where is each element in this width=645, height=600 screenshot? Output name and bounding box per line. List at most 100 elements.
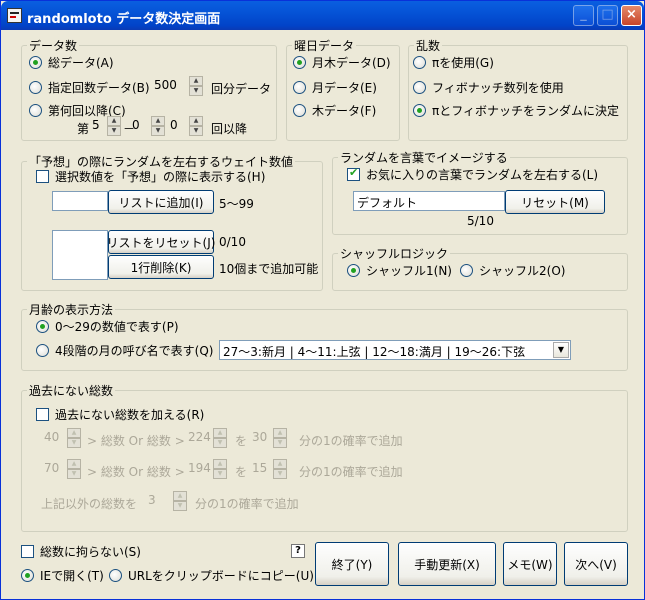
reset-list-button[interactable]: リストをリセット(J) [107,230,215,254]
radio-moon-name[interactable]: 4段階の月の呼び名で表す(Q) [36,342,213,358]
past-label: 過去にない総数 [27,382,116,399]
past-row2-odds-spinner[interactable]: ▲ ▼ [273,459,287,479]
app-icon [7,8,22,23]
words-label: ランダムを言葉でイメージする [338,149,510,166]
past-row2-max[interactable]: 194 [185,459,213,479]
weight-list[interactable] [52,230,108,280]
past-row1-min-spinner[interactable]: ▲ ▼ [67,428,81,448]
past-row2-wo: を [235,465,248,479]
radio-indicator [413,80,426,94]
radio-montue-data[interactable]: 月木データ(D) [293,54,391,70]
past-row1-odds-spinner[interactable]: ▲ ▼ [273,428,287,448]
radio-shuffle-1[interactable]: シャッフル1(N) [347,262,452,278]
radio-indicator [21,568,34,582]
word-count: 5/10 [467,214,494,228]
radio-fibonacci[interactable]: フィボナッチ数列を使用 [413,79,564,95]
after-field-1[interactable]: 5 [89,116,107,136]
add-past-total-checkbox[interactable]: 過去にない総数を加える(R) [36,406,204,422]
past-other-spinner[interactable]: ▲ ▼ [173,491,187,511]
past-row1-max[interactable]: 224 [185,428,213,448]
radio-copy-url[interactable]: URLをクリップボードにコピー(U) [109,567,314,583]
specified-suffix: 回分データ [211,82,272,96]
radio-specified-data[interactable]: 指定回数データ(B) [29,79,150,95]
past-row2-max-spinner[interactable]: ▲ ▼ [213,459,227,479]
radio-thu-data[interactable]: 木データ(F) [293,102,376,118]
after-field-3[interactable]: 0 [167,116,189,136]
checkbox-indicator [36,169,49,183]
maximize-button[interactable]: □ [597,5,618,26]
after-spinner-2[interactable]: ▲ ▼ [151,116,165,136]
checkbox-indicator [21,544,34,558]
after-field-2[interactable]: 0 [129,116,151,136]
past-other-suffix: 分の1の確率で追加 [195,497,299,511]
next-button[interactable]: 次へ(V) [564,542,628,586]
radio-indicator [29,103,42,117]
help-icon[interactable]: ? [291,544,305,558]
manual-update-button[interactable]: 手動更新(X) [398,542,496,586]
past-row1-odds[interactable]: 30 [249,428,273,448]
radio-indicator [29,55,42,69]
no-total-checkbox[interactable]: 総数に拘らない(S) [21,543,141,559]
after-spinner-1[interactable]: ▲ ▼ [107,116,121,136]
radio-indicator [109,568,122,582]
past-row1-mid: > 総数 Or 総数 > [87,434,185,448]
past-row2-odds[interactable]: 15 [249,459,273,479]
main-window: randomloto データ数決定画面 _ □ × データ数 総データ(A) 指… [0,0,645,600]
weight-max-note: 10個まで追加可能 [219,262,319,276]
specified-count-field[interactable]: 500 [151,76,189,96]
past-row2-min-spinner[interactable]: ▲ ▼ [67,459,81,479]
radio-indicator [413,55,426,69]
past-row1-max-spinner[interactable]: ▲ ▼ [213,428,227,448]
radio-indicator [293,80,306,94]
moon-label: 月齢の表示方法 [27,301,116,318]
weekday-label: 曜日データ [292,37,357,54]
radio-open-ie[interactable]: IEで開く(T) [21,567,104,583]
close-button[interactable]: × [621,5,642,26]
end-button[interactable]: 終了(Y) [315,542,389,586]
after-prefix: 第 [77,122,90,136]
past-row2-mid: > 総数 Or 総数 > [87,465,185,479]
checkbox-indicator [347,166,360,181]
past-row2-min[interactable]: 70 [41,459,67,479]
memo-button[interactable]: メモ(W) [503,542,557,586]
weight-input[interactable] [52,191,108,211]
past-row1-wo: を [235,434,248,448]
radio-shuffle-2[interactable]: シャッフル2(O) [460,262,565,278]
moon-name-select[interactable]: 27～3:新月 | 4～11:上弦 | 12～18:満月 | 19～26:下弦 ▼ [219,340,571,360]
after-suffix: 回以降 [211,122,248,136]
past-row1-min[interactable]: 40 [41,428,67,448]
past-other-prefix: 上記以外の総数を [41,497,138,511]
add-to-list-button[interactable]: リストに追加(I) [108,190,214,214]
checkbox-indicator [36,407,49,421]
weight-count: 0/10 [219,235,246,249]
radio-indicator [460,263,473,277]
shuffle-label: シャッフルロジック [338,245,451,262]
word-input[interactable]: デフォルト [353,191,505,211]
after-spinner-3[interactable]: ▲ ▼ [189,116,203,136]
radio-indicator [347,263,360,277]
specified-count-spinner[interactable]: ▲ ▼ [189,76,203,96]
title-bar: randomloto データ数決定画面 _ □ × [1,1,644,30]
radio-indicator [293,55,306,69]
word-reset-button[interactable]: リセット(M) [505,190,605,214]
radio-all-data[interactable]: 総データ(A) [29,54,114,70]
chevron-down-icon[interactable]: ▼ [553,342,569,358]
radio-indicator [36,343,49,357]
show-weight-checkbox[interactable]: 選択数値を「予想」の際に表示する(H) [36,168,265,184]
radio-indicator [293,103,306,117]
weight-range-note: 5～99 [219,197,254,211]
past-row1-suffix: 分の1の確率で追加 [299,434,403,448]
past-row2-suffix: 分の1の確率で追加 [299,465,403,479]
delete-row-button[interactable]: 1行削除(K) [108,255,214,279]
radio-indicator [36,319,49,333]
radio-mon-data[interactable]: 月データ(E) [293,79,377,95]
data-count-label: データ数 [27,37,80,54]
radio-pi[interactable]: πを使用(G) [413,54,494,70]
window-title: randomloto データ数決定画面 [27,12,221,27]
radio-moon-number[interactable]: 0～29の数値で表す(P) [36,318,179,334]
radio-pi-fibonacci-random[interactable]: πとフィボナッチをランダムに決定 [413,102,619,118]
favorite-words-checkbox[interactable]: お気に入りの言葉でランダムを左右する(L) [347,166,598,182]
minimize-button[interactable]: _ [573,5,594,26]
radio-indicator [413,103,426,117]
past-other-odds[interactable]: 3 [145,491,173,511]
